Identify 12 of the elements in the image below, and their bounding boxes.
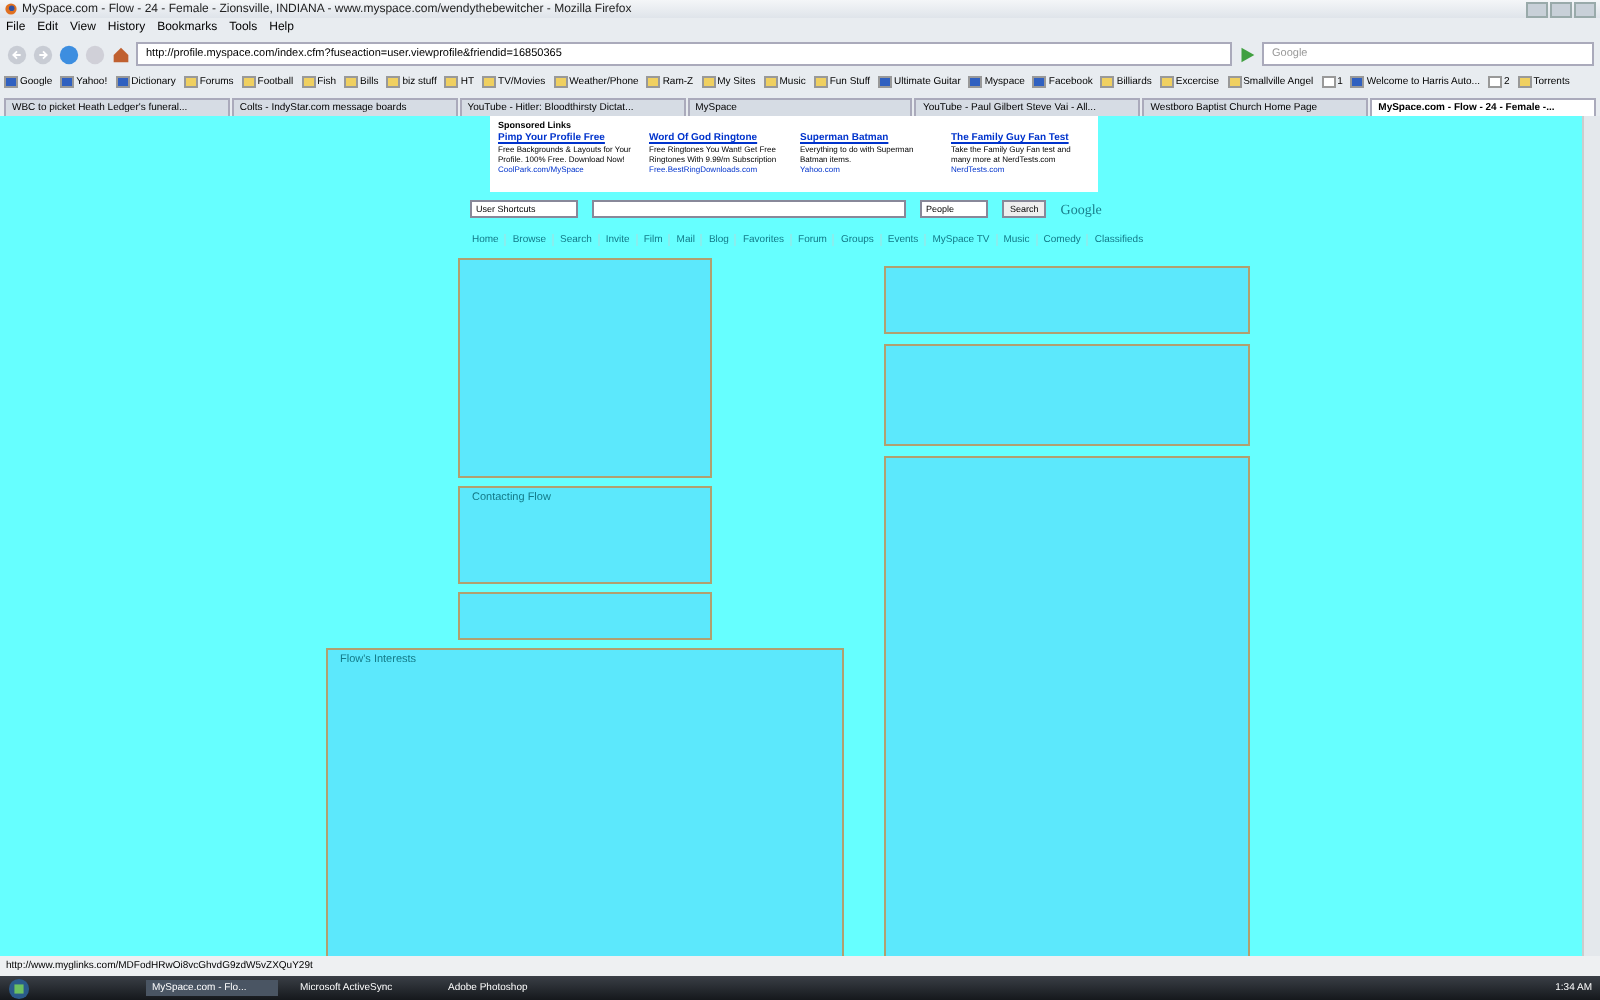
minimize-button[interactable] bbox=[1526, 1, 1548, 17]
go-arrow-icon[interactable] bbox=[1236, 43, 1258, 65]
site-search-field[interactable] bbox=[592, 200, 906, 218]
maximize-button[interactable] bbox=[1550, 1, 1572, 17]
back-arrow-icon[interactable] bbox=[6, 43, 28, 65]
firefox-icon bbox=[4, 2, 18, 16]
reload-icon[interactable] bbox=[58, 43, 80, 65]
close-button[interactable] bbox=[1574, 1, 1596, 17]
home-icon[interactable] bbox=[110, 43, 132, 65]
forward-arrow-icon[interactable] bbox=[32, 43, 54, 65]
scrollbar[interactable] bbox=[1582, 116, 1600, 956]
start-orb-icon[interactable] bbox=[8, 977, 30, 999]
